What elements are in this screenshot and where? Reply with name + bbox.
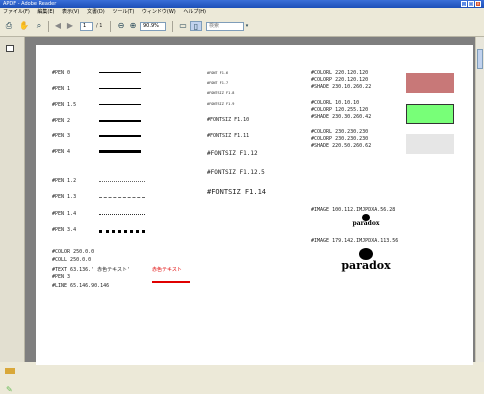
- pen-label: #PEN 1.4: [52, 211, 77, 217]
- pdf-page: #PEN 0 #PEN 1 #PEN 1.5 #PEN 2 #PEN 3 #PE…: [36, 45, 473, 365]
- vertical-scrollbar[interactable]: [475, 37, 484, 362]
- page-total: / 1: [96, 23, 103, 29]
- pen-label: #PEN 3: [52, 274, 71, 280]
- menu-edit[interactable]: 編集(E): [37, 9, 54, 15]
- pen-line: [99, 120, 141, 122]
- paradox-logo: paradox: [351, 214, 381, 227]
- pen-thick-dotted-line: [99, 230, 145, 233]
- font-sample: #FONT F1.6: [207, 71, 229, 75]
- logo-text: paradox: [341, 259, 391, 272]
- font-sample: #FONTSIZ F1.11: [207, 133, 250, 139]
- separator: [110, 21, 111, 32]
- color-label: #COLORP 220.120.120: [311, 77, 369, 83]
- color-label: #COLORP 230.230.230: [311, 136, 369, 142]
- next-page-icon[interactable]: ▶: [64, 21, 76, 31]
- image-label: #IMAGE 100.112.IMJPDXA.56.28: [311, 207, 396, 213]
- prev-page-icon[interactable]: ◀: [52, 21, 64, 31]
- color-label: #COLORL 10.10.10: [311, 100, 360, 106]
- document-area: #PEN 0 #PEN 1 #PEN 1.5 #PEN 2 #PEN 3 #PE…: [25, 37, 484, 365]
- zoom-out-icon[interactable]: ⊖: [115, 21, 127, 31]
- color-swatch-green: [406, 104, 454, 124]
- text-command: #TEXT 63.136.' 赤色テキスト': [52, 266, 130, 273]
- menu-bar: ファイル(F) 編集(E) 表示(V) 文書(D) ツール(T) ウィンドウ(W…: [0, 8, 484, 17]
- logo-text: paradox: [352, 220, 380, 227]
- print-icon[interactable]: ⎙: [3, 21, 15, 31]
- red-text-sample: 赤色テキスト: [152, 267, 182, 273]
- font-sample: #FONTSIZ F1.8: [207, 91, 235, 95]
- pen-dashed-line: [99, 197, 145, 198]
- color-label: #COLORP 120.255.120: [311, 107, 369, 113]
- signature-icon[interactable]: ✎: [6, 385, 13, 394]
- line-label: #LINE 65.146.90.146: [52, 283, 110, 289]
- chevron-down-icon[interactable]: ▾: [241, 21, 253, 31]
- pen-dotted-line: [99, 214, 145, 215]
- scrollbar-thumb[interactable]: [477, 49, 483, 69]
- pen-line: [99, 150, 141, 153]
- pen-line: [99, 135, 141, 138]
- pen-label: #PEN 2: [52, 118, 71, 124]
- hand-icon[interactable]: ✋: [18, 21, 30, 31]
- color-swatch-red: [406, 73, 454, 93]
- color-label: #COLL 250.0.0: [52, 257, 92, 263]
- color-label: #SHADE 230.10.260.22: [311, 84, 372, 90]
- pen-label: #PEN 1.2: [52, 178, 77, 184]
- color-label: #COLOR 250.0.0: [52, 249, 95, 255]
- close-button[interactable]: ×: [475, 1, 481, 7]
- fit-page-icon[interactable]: ▭: [177, 21, 189, 31]
- color-swatch-gray: [406, 134, 454, 154]
- navigation-pane: ✎: [0, 37, 25, 394]
- text-quote: ': [127, 267, 131, 273]
- menu-window[interactable]: ウィンドウ(W): [142, 9, 176, 15]
- pen-label: #PEN 1.5: [52, 102, 77, 108]
- pages-panel-icon[interactable]: [6, 45, 14, 52]
- toolbar: ⎙ ✋ ⌕ ◀ ▶ 1 / 1 ⊖ ⊕ 90.9% ▭ ▯ 検索 ▾: [0, 17, 484, 37]
- page-number-input[interactable]: 1: [80, 22, 93, 31]
- pen-label: #PEN 0: [52, 70, 71, 76]
- color-label: #COLORL 230.230.230: [311, 129, 369, 135]
- maximize-button[interactable]: □: [468, 1, 474, 7]
- pen-label: #PEN 1.3: [52, 194, 77, 200]
- font-sample: #FONTSIZ F1.12.5: [207, 169, 265, 176]
- zoom-select[interactable]: 90.9%: [140, 22, 166, 31]
- color-label: #COLORL 220.120.120: [311, 70, 369, 76]
- color-label: #SHADE 230.30.260.42: [311, 114, 372, 120]
- menu-tools[interactable]: ツール(T): [112, 9, 134, 15]
- font-sample: #FONTSIZ F1.10: [207, 117, 250, 123]
- pen-dotted-line: [99, 181, 145, 182]
- text-sample: 赤色テキスト: [97, 267, 128, 273]
- menu-file[interactable]: ファイル(F): [3, 9, 30, 15]
- paradox-logo: paradox: [336, 248, 396, 271]
- zoom-in-icon[interactable]: ⊕: [127, 21, 139, 31]
- pen-label: #PEN 1: [52, 86, 71, 92]
- image-label: #IMAGE 179.142.IMJPDXA.113.56: [311, 238, 399, 244]
- font-sample: #FONTSIZ F1.9: [207, 102, 235, 106]
- search-input[interactable]: 検索: [206, 22, 244, 31]
- pen-label: #PEN 3: [52, 133, 71, 139]
- font-sample: #FONTSIZ F1.14: [207, 188, 267, 196]
- color-label: #SHADE 220.50.260.62: [311, 143, 372, 149]
- minimize-button[interactable]: _: [461, 1, 467, 7]
- text-command-label: #TEXT 63.136.': [52, 267, 95, 273]
- fit-width-icon[interactable]: ▯: [190, 21, 202, 31]
- font-sample: #FONT F1.7: [207, 81, 229, 85]
- pen-label: #PEN 3.4: [52, 227, 77, 233]
- pen-label: #PEN 4: [52, 149, 71, 155]
- menu-view[interactable]: 表示(V): [62, 9, 79, 15]
- pen-line: [99, 72, 141, 73]
- separator: [48, 21, 49, 32]
- menu-help[interactable]: ヘルプ(H): [183, 9, 206, 15]
- font-sample: #FONTSIZ F1.12: [207, 150, 258, 157]
- pen-line: [99, 88, 141, 89]
- title-bar: APDF - Adobe Reader _ □ ×: [0, 0, 484, 8]
- pen-line: [99, 104, 141, 106]
- red-line: [152, 281, 190, 283]
- attachments-icon[interactable]: [5, 368, 15, 374]
- separator: [172, 21, 173, 32]
- window-title: APDF - Adobe Reader: [3, 1, 57, 7]
- zoom-icon[interactable]: ⌕: [33, 21, 45, 31]
- menu-document[interactable]: 文書(D): [87, 9, 105, 15]
